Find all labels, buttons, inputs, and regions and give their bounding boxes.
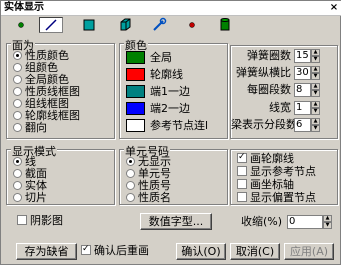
spring-coils-stepper[interactable]: ▲ ▼	[311, 49, 320, 63]
line-icon[interactable]	[39, 17, 63, 33]
spring-aspect-input[interactable]: 30	[294, 66, 311, 80]
face-option-6[interactable]: 翻向	[13, 122, 47, 134]
line-width-stepper[interactable]: ▲ ▼	[311, 101, 320, 115]
beam-segments-input[interactable]: 6	[294, 118, 311, 132]
radio-icon[interactable]	[13, 99, 22, 108]
line-width-input[interactable]: 1	[294, 101, 311, 115]
display-mode-option-3[interactable]: 切片	[13, 192, 47, 204]
dot-red-icon[interactable]	[180, 17, 204, 33]
color-label-outline: 轮廓线	[150, 68, 183, 81]
segments-per-coil-input[interactable]: 8	[294, 83, 311, 97]
checkbox-icon[interactable]	[237, 166, 247, 176]
display-checks-group: 画轮廓线 显示参考节点 画坐标轴 显示偏置节点	[230, 149, 338, 205]
window-title: 实体显示	[4, 2, 44, 13]
segments-per-coil-stepper[interactable]: ▲ ▼	[311, 83, 320, 97]
color-swatch-global[interactable]	[126, 51, 145, 64]
checkbox-icon[interactable]	[81, 243, 91, 255]
radio-icon[interactable]	[13, 157, 22, 166]
color-label-global: 全局	[150, 51, 172, 64]
radio-icon[interactable]	[126, 157, 135, 166]
display-mode-group: 显示模式 线 截面 实体 切片	[6, 143, 115, 205]
apply-button[interactable]: 应用(A)	[284, 243, 334, 260]
face-group: 面为 性质颜色 组颜色 全局颜色 性质线框图 组线框图 轮廓线框图 翻向	[6, 37, 115, 139]
check-show-offset-node[interactable]: 显示偏置节点	[237, 192, 316, 204]
radio-icon[interactable]	[13, 111, 22, 120]
cancel-button[interactable]: 取消(C)	[230, 243, 280, 260]
color-swatch-ref-node[interactable]	[126, 119, 145, 132]
color-label-end2: 端2一边	[150, 102, 190, 115]
element-number-group: 单元号码 无显示 单元号 性质号 性质名	[119, 143, 228, 205]
color-label-end1: 端1一边	[150, 85, 190, 98]
value-font-button[interactable]: 数值字型...	[140, 213, 212, 230]
color-swatch-end1[interactable]	[126, 85, 145, 98]
ok-button[interactable]: 确认(O)	[176, 243, 226, 260]
shrink-label: 收缩(%)	[241, 215, 283, 228]
beam-segments-label: 梁表示分段数	[231, 118, 297, 131]
radio-icon[interactable]	[13, 75, 22, 84]
color-swatch-end2[interactable]	[126, 102, 145, 115]
radio-icon[interactable]	[13, 169, 22, 178]
checkbox-icon[interactable]	[237, 179, 247, 189]
check-redraw-after-confirm[interactable]: 确认后重画	[81, 243, 149, 257]
segments-per-coil-label: 每圈段数	[247, 83, 291, 96]
radio-icon[interactable]	[13, 87, 22, 96]
check-draw-outline[interactable]: 画轮廓线	[237, 151, 294, 165]
check-show-ref-node[interactable]: 显示参考节点	[237, 166, 316, 178]
spring-coils-input[interactable]: 15	[294, 49, 311, 63]
color-swatch-outline[interactable]	[126, 68, 145, 81]
save-default-button[interactable]: 存为缺省	[16, 243, 77, 260]
spring-aspect-label: 弹簧纵横比	[236, 66, 291, 79]
check-draw-axes[interactable]: 画坐标轴	[237, 179, 294, 191]
title-bar: 实体显示 ×	[1, 1, 341, 16]
toolbar	[1, 15, 341, 35]
beam-segments-stepper[interactable]: ▲ ▼	[311, 118, 320, 132]
radio-icon[interactable]	[13, 51, 22, 60]
radio-icon[interactable]	[13, 123, 22, 132]
checkbox-icon[interactable]	[237, 192, 247, 202]
radio-icon[interactable]	[13, 193, 22, 202]
square-icon[interactable]	[77, 17, 101, 33]
shrink-input[interactable]: 0	[287, 215, 323, 229]
radio-icon[interactable]	[126, 169, 135, 178]
line-width-label: 线宽	[269, 101, 291, 114]
spring-coils-label: 弹簧圈数	[247, 49, 291, 62]
element-number-option-3[interactable]: 性质名	[126, 192, 171, 204]
check-shadow[interactable]: 阴影图	[17, 215, 63, 227]
close-button[interactable]: ×	[328, 2, 340, 13]
checkbox-icon[interactable]	[17, 215, 27, 225]
checkbox-icon[interactable]	[237, 151, 247, 163]
spring-params-group: 弹簧圈数 15 ▲ ▼ 弹簧纵横比 30 ▲ ▼ 每圈段数 8 ▲ ▼ 线宽 1 ▲ ▼…	[230, 45, 338, 139]
color-group: 颜色 全局 轮廓线 端1一边 端2一边 参考节点连l	[119, 37, 228, 139]
wrench-icon[interactable]	[147, 17, 171, 33]
color-label-ref-node: 参考节点连l	[150, 119, 209, 132]
radio-icon[interactable]	[126, 181, 135, 190]
dot-green-icon[interactable]	[9, 17, 33, 33]
shrink-stepper[interactable]: ▲ ▼	[323, 215, 332, 229]
entity-display-dialog: 实体显示 × 面为 性质颜色 组颜色 全局颜色 性质线框图 组线框图 轮廓线框图…	[0, 0, 341, 265]
radio-icon[interactable]	[126, 193, 135, 202]
radio-icon[interactable]	[13, 63, 22, 72]
cylinder-icon[interactable]	[213, 17, 237, 33]
spring-aspect-stepper[interactable]: ▲ ▼	[311, 66, 320, 80]
cube-icon[interactable]	[113, 17, 137, 33]
radio-icon[interactable]	[13, 181, 22, 190]
